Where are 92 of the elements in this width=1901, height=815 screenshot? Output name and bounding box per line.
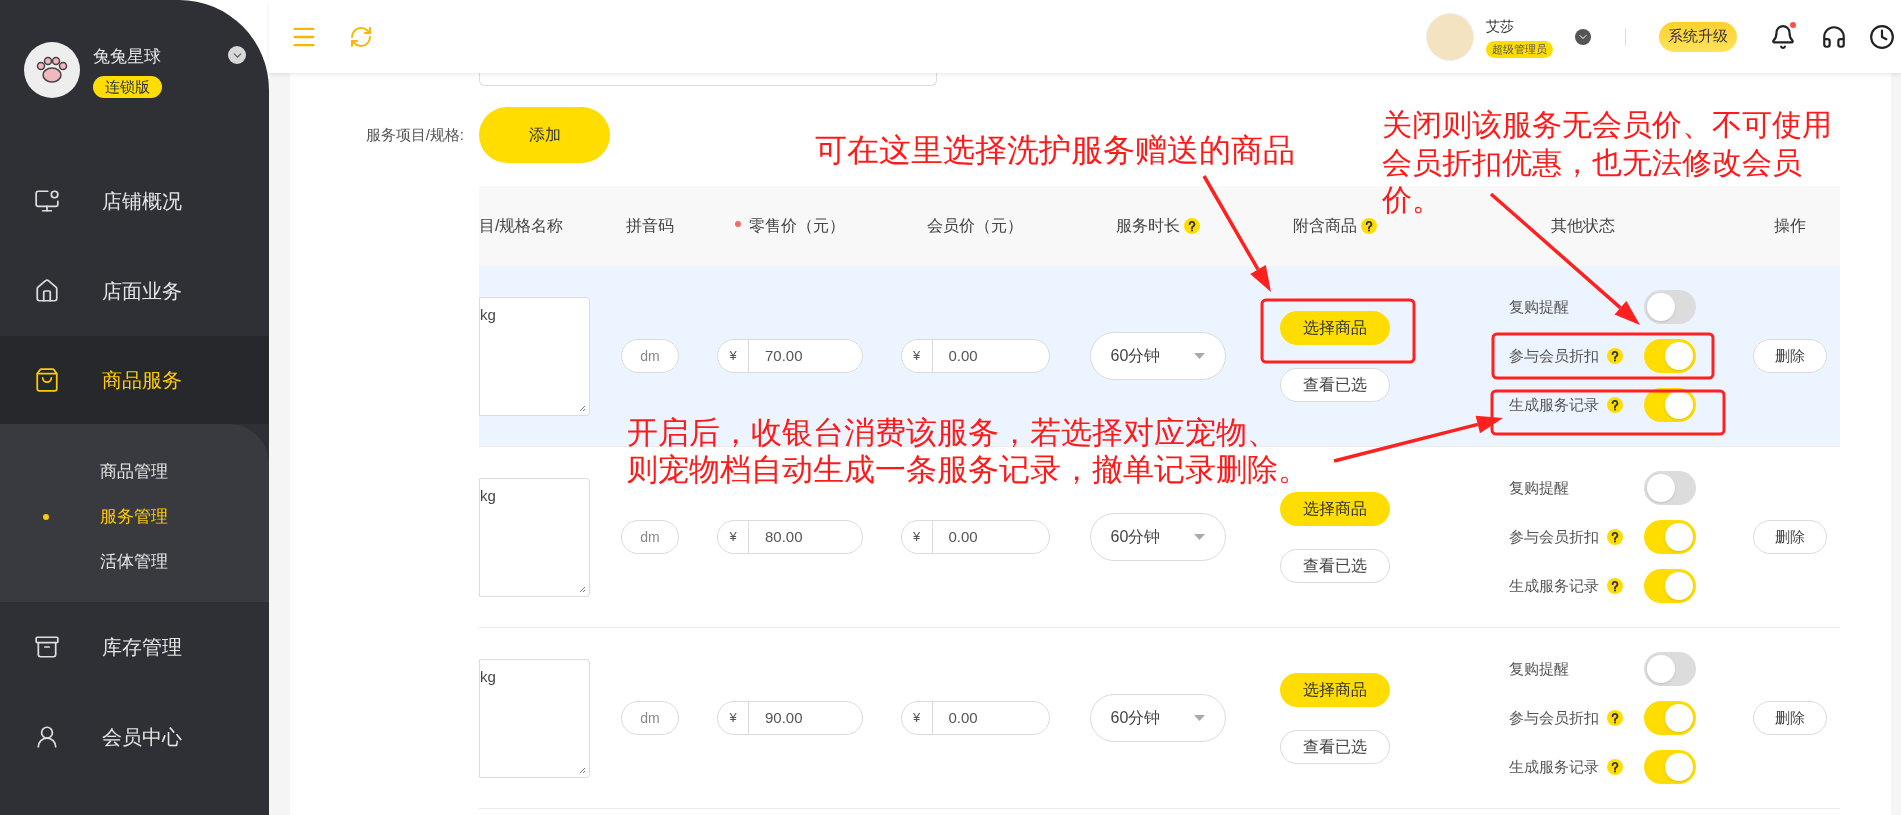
- toggle-switch[interactable]: [1644, 339, 1696, 373]
- caret-icon: [1193, 353, 1205, 359]
- help-icon[interactable]: [1607, 348, 1623, 364]
- select-goods-button[interactable]: 选择商品: [1280, 310, 1390, 345]
- select-goods-button[interactable]: 选择商品: [1280, 491, 1390, 526]
- status-label: 生成服务记录: [1509, 756, 1599, 777]
- column-header: 拼音码: [626, 216, 674, 236]
- menu-item[interactable]: 店铺概况: [0, 156, 269, 246]
- submenu-item[interactable]: 商品管理: [0, 449, 269, 494]
- name-textarea[interactable]: kg: [479, 296, 590, 416]
- clock-icon[interactable]: [1869, 23, 1895, 50]
- edition-badge: 连锁版: [93, 75, 162, 98]
- menu-item[interactable]: 商品服务: [0, 336, 269, 424]
- pinyin-field[interactable]: dm: [621, 339, 679, 373]
- status-label: 参与会员折扣: [1509, 526, 1599, 547]
- menu-icon: [34, 367, 60, 393]
- name-textarea[interactable]: kg: [479, 477, 590, 597]
- price-field[interactable]: ¥ 0.00: [900, 701, 1050, 735]
- toggle-switch[interactable]: [1644, 701, 1696, 735]
- status-label: 复购提醒: [1509, 477, 1569, 498]
- status-label: 复购提醒: [1509, 658, 1569, 679]
- caret-icon: [1193, 715, 1205, 721]
- paw-icon: [35, 55, 69, 85]
- price-field[interactable]: ¥ 0.00: [900, 520, 1050, 554]
- role-badge: 超级管理员: [1486, 40, 1553, 58]
- status-label: 参与会员折扣: [1509, 345, 1599, 366]
- view-selected-button[interactable]: 查看已选: [1280, 367, 1390, 402]
- annotation-text: 开启后，收银台消费该服务，若选择对应宠物、则宠物档自动生成一条服务记录，撤单记录删除。: [627, 414, 1309, 489]
- store-name: 兔兔星球: [93, 46, 161, 68]
- pinyin-field[interactable]: dm: [621, 701, 679, 735]
- resize-handle-icon[interactable]: [579, 404, 586, 412]
- toggle-switch[interactable]: [1644, 569, 1696, 603]
- caret-icon: [1193, 534, 1205, 540]
- resize-handle-icon[interactable]: [579, 585, 586, 593]
- menu-item[interactable]: 库存管理: [0, 602, 269, 692]
- duration-select[interactable]: 60分钟: [1089, 513, 1226, 561]
- status-label: 生成服务记录: [1509, 394, 1599, 415]
- price-field[interactable]: ¥ 70.00: [717, 339, 863, 373]
- duration-select[interactable]: 60分钟: [1089, 694, 1226, 742]
- status-label: 参与会员折扣: [1509, 707, 1599, 728]
- submenu-item[interactable]: 服务管理: [0, 494, 269, 539]
- status-label: 复购提醒: [1509, 296, 1569, 317]
- help-icon[interactable]: [1607, 529, 1623, 545]
- column-header: 操作: [1774, 216, 1806, 236]
- menu-icon: [34, 188, 60, 214]
- column-header: 会员价（元）: [927, 216, 1023, 236]
- view-selected-button[interactable]: 查看已选: [1280, 729, 1390, 764]
- annotation-text: 可在这里选择洗护服务赠送的商品: [815, 131, 1296, 170]
- select-goods-button[interactable]: 选择商品: [1280, 672, 1390, 707]
- help-icon[interactable]: [1607, 759, 1623, 775]
- help-icon[interactable]: [1607, 397, 1623, 413]
- toggle-switch[interactable]: [1644, 471, 1696, 505]
- dropdown-icon[interactable]: [1575, 28, 1591, 45]
- dropdown-icon[interactable]: [228, 46, 246, 64]
- pinyin-field[interactable]: dm: [621, 520, 679, 554]
- delete-button[interactable]: 删除: [1753, 339, 1827, 373]
- annotation-text: 关闭则该服务无会员价、不可使用会员折扣优惠，也无法修改会员价。: [1382, 107, 1833, 217]
- column-header: 服务时长: [1115, 216, 1180, 236]
- toggle-switch[interactable]: [1644, 652, 1696, 686]
- required-mark-icon: [735, 221, 741, 227]
- price-field[interactable]: ¥ 0.00: [900, 339, 1050, 373]
- user-name: 艾莎: [1486, 16, 1514, 36]
- column-header: 目/规格名称: [479, 216, 564, 236]
- toggle-switch[interactable]: [1644, 520, 1696, 554]
- delete-button[interactable]: 删除: [1753, 520, 1827, 554]
- column-header: 其他状态: [1550, 216, 1615, 236]
- menu-icon: [34, 634, 60, 660]
- status-label: 生成服务记录: [1509, 575, 1599, 596]
- bell-icon[interactable]: [1770, 23, 1796, 50]
- resize-handle-icon[interactable]: [579, 766, 586, 774]
- help-icon[interactable]: [1183, 218, 1200, 234]
- headset-icon[interactable]: [1821, 23, 1847, 50]
- delete-button[interactable]: 删除: [1753, 701, 1827, 735]
- duration-select[interactable]: 60分钟: [1089, 332, 1226, 380]
- field-label: 服务项目/规格:: [364, 124, 464, 145]
- upgrade-button[interactable]: 系统升级: [1659, 21, 1737, 52]
- view-selected-button[interactable]: 查看已选: [1280, 548, 1390, 583]
- price-field[interactable]: ¥ 90.00: [717, 701, 863, 735]
- column-header: 零售价（元）: [749, 216, 845, 236]
- help-icon[interactable]: [1607, 578, 1623, 594]
- name-textarea[interactable]: kg: [479, 658, 590, 778]
- menu-item[interactable]: 店面业务: [0, 246, 269, 336]
- add-button[interactable]: 添加: [479, 107, 610, 163]
- submenu-item[interactable]: 活体管理: [0, 539, 269, 584]
- column-header: 附含商品: [1293, 216, 1357, 236]
- help-icon[interactable]: [1607, 710, 1623, 726]
- help-icon[interactable]: [1361, 218, 1377, 234]
- menu-item[interactable]: 会员中心: [0, 692, 269, 782]
- price-field[interactable]: ¥ 80.00: [717, 520, 863, 554]
- toggle-switch[interactable]: [1644, 750, 1696, 784]
- menu-icon: [34, 278, 60, 304]
- toggle-switch[interactable]: [1644, 290, 1696, 324]
